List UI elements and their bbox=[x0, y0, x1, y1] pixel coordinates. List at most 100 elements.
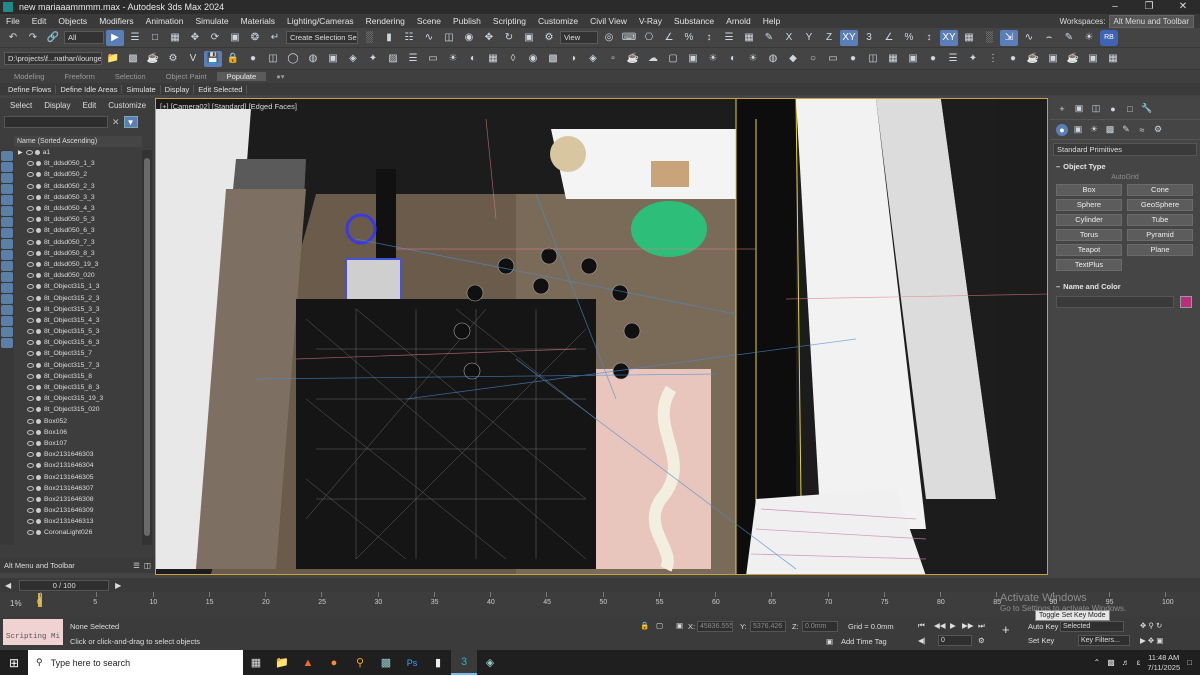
visibility-icon[interactable] bbox=[27, 228, 34, 234]
fx-icon[interactable]: ✦ bbox=[964, 51, 982, 67]
photoshop-icon[interactable]: Ps bbox=[399, 650, 425, 675]
teapot3-icon[interactable]: ☕ bbox=[1064, 51, 1082, 67]
menu-simulate[interactable]: Simulate bbox=[189, 16, 234, 26]
list-item[interactable]: 8t_ddsd050_8_3 bbox=[14, 248, 142, 259]
menu-modifiers[interactable]: Modifiers bbox=[93, 16, 139, 26]
visibility-icon[interactable] bbox=[27, 273, 34, 279]
box-button[interactable]: Box bbox=[1056, 184, 1122, 196]
snaps-toggle-icon[interactable]: ⎔ bbox=[640, 30, 658, 46]
edit-selected-button[interactable]: Edit Selected bbox=[194, 84, 248, 94]
filter-geometry-icon[interactable] bbox=[1, 151, 13, 161]
visibility-icon[interactable] bbox=[27, 474, 34, 480]
list-item[interactable]: 8t_Object315_5_3 bbox=[14, 326, 142, 337]
hierarchy-tab-icon[interactable]: ◫ bbox=[1090, 103, 1102, 115]
pyramid-button[interactable]: Pyramid bbox=[1127, 229, 1193, 241]
mirror-icon[interactable]: ░ bbox=[360, 30, 378, 46]
scene-menu-select[interactable]: Select bbox=[4, 101, 38, 110]
lights-icon[interactable]: ☀ bbox=[1088, 124, 1100, 136]
helpers-icon[interactable]: ✎ bbox=[1120, 124, 1132, 136]
lock-icon[interactable]: 🔒 bbox=[224, 51, 242, 67]
vray-icon[interactable]: V bbox=[184, 51, 202, 67]
layer-icon[interactable]: ☰ bbox=[133, 561, 140, 570]
spinner2-icon[interactable]: ↕ bbox=[920, 30, 938, 46]
windows-start-icon[interactable]: ⊞ bbox=[0, 650, 28, 675]
camera2-icon[interactable]: ▣ bbox=[1044, 51, 1062, 67]
move-tool-icon[interactable]: ✥ bbox=[480, 30, 498, 46]
list-item[interactable]: 8t_Object315_1_3 bbox=[14, 281, 142, 292]
visibility-icon[interactable] bbox=[27, 239, 34, 245]
place-icon[interactable]: ❂ bbox=[246, 30, 264, 46]
visibility-icon[interactable] bbox=[27, 295, 34, 301]
denoise-icon[interactable]: ◈ bbox=[584, 51, 602, 67]
list-item[interactable]: Box2131646304 bbox=[14, 460, 142, 471]
viewport-nav-icons-2[interactable]: ▶ ✥ ▣ bbox=[1140, 636, 1163, 645]
scene-search-input[interactable] bbox=[4, 116, 108, 128]
display-button[interactable]: Display bbox=[161, 84, 195, 94]
angle-snap2-icon[interactable]: ∠ bbox=[880, 30, 898, 46]
filter-all-icon[interactable] bbox=[1, 283, 13, 293]
task-view-icon[interactable]: ▦ bbox=[243, 650, 269, 675]
move-icon[interactable]: ✥ bbox=[186, 30, 204, 46]
list-item[interactable]: 8t_ddsd050_4_3 bbox=[14, 203, 142, 214]
filter-spacewarps-icon[interactable] bbox=[1, 206, 13, 216]
select-object-icon[interactable]: ▶ bbox=[106, 29, 124, 46]
define-flows-button[interactable]: Define Flows bbox=[4, 84, 57, 94]
align2-icon[interactable]: ⇲ bbox=[1000, 29, 1018, 46]
firefox-icon[interactable]: ● bbox=[321, 650, 347, 675]
list-item[interactable]: 8t_ddsd050_020 bbox=[14, 270, 142, 281]
set-key-button[interactable]: Set Key bbox=[1028, 636, 1054, 645]
sun-icon[interactable]: ☀ bbox=[444, 51, 462, 67]
filter-groups-icon[interactable] bbox=[1, 217, 13, 227]
arnold-sky-icon[interactable]: ◐ bbox=[724, 51, 742, 67]
language-icon[interactable]: ε bbox=[1137, 658, 1141, 667]
filter-none-icon[interactable] bbox=[1, 294, 13, 304]
list-item[interactable]: Box2131646309 bbox=[14, 505, 142, 516]
notification-icon[interactable]: □ bbox=[1187, 658, 1192, 667]
primitive-category-dropdown[interactable]: Standard Primitives bbox=[1053, 143, 1197, 156]
mirror2-icon[interactable]: ░ bbox=[980, 30, 998, 46]
spinner-snap-icon[interactable]: ↕ bbox=[700, 30, 718, 46]
tab-selection[interactable]: Selection bbox=[105, 72, 156, 81]
menu-help[interactable]: Help bbox=[757, 16, 786, 26]
menu-customize[interactable]: Customize bbox=[532, 16, 584, 26]
list-item[interactable]: 8t_Object315_2_3 bbox=[14, 292, 142, 303]
tray-chevron-icon[interactable]: ⌃ bbox=[1094, 658, 1101, 667]
teapot2-icon[interactable]: ☕ bbox=[1024, 51, 1042, 67]
fog-icon[interactable]: ☰ bbox=[944, 51, 962, 67]
visibility-icon[interactable] bbox=[27, 261, 34, 267]
grid2-icon[interactable]: ▦ bbox=[1104, 51, 1122, 67]
hierarchy-icon[interactable]: ◫ bbox=[144, 561, 151, 570]
rb-button[interactable]: RB bbox=[1100, 29, 1118, 46]
visibility-icon[interactable] bbox=[27, 306, 34, 312]
menu-scene[interactable]: Scene bbox=[411, 16, 447, 26]
teapot-icon[interactable]: ☕ bbox=[624, 51, 642, 67]
render-setup-icon[interactable]: ⚙ bbox=[540, 30, 558, 46]
undo-icon[interactable]: ↶ bbox=[4, 30, 22, 46]
list-item[interactable]: 8t_Object315_6_3 bbox=[14, 337, 142, 348]
filter-cameras-icon[interactable] bbox=[1, 184, 13, 194]
simulate-button[interactable]: Simulate bbox=[122, 84, 161, 94]
maxscript-listener[interactable]: Scripting Mi bbox=[3, 619, 63, 645]
filter-containers-icon[interactable] bbox=[1, 250, 13, 260]
list-item[interactable]: CoronaLight026 bbox=[14, 527, 142, 538]
time-config-icon[interactable]: ⚙ bbox=[978, 636, 985, 645]
visibility-icon[interactable] bbox=[27, 206, 34, 212]
render-frame-icon[interactable]: ▩ bbox=[124, 51, 142, 67]
keyboard-shortcut-icon[interactable]: ⌨ bbox=[620, 30, 638, 46]
camera-render-icon[interactable]: ▣ bbox=[684, 51, 702, 67]
visibility-icon[interactable] bbox=[27, 418, 34, 424]
visibility-icon[interactable] bbox=[27, 452, 34, 458]
reference-coord-dropdown[interactable]: View bbox=[560, 31, 598, 44]
list-item[interactable]: 8t_Object315_7 bbox=[14, 348, 142, 359]
minimize-button[interactable]: – bbox=[1098, 0, 1132, 14]
cylinder-icon[interactable]: ◫ bbox=[264, 51, 282, 67]
filter-hidden-icon[interactable] bbox=[1, 272, 13, 282]
light-bulb-icon[interactable]: ◍ bbox=[304, 51, 322, 67]
arnold-disk-icon[interactable]: ● bbox=[844, 51, 862, 67]
vray-app-icon[interactable]: ◈ bbox=[477, 650, 503, 675]
menu-scripting[interactable]: Scripting bbox=[487, 16, 532, 26]
display-influences-icon[interactable] bbox=[1, 327, 13, 337]
list-item[interactable]: 8t_ddsd050_3_3 bbox=[14, 192, 142, 203]
list-item[interactable]: 8t_Object315_7_3 bbox=[14, 360, 142, 371]
schematic2-icon[interactable]: ⌢ bbox=[1040, 30, 1058, 46]
